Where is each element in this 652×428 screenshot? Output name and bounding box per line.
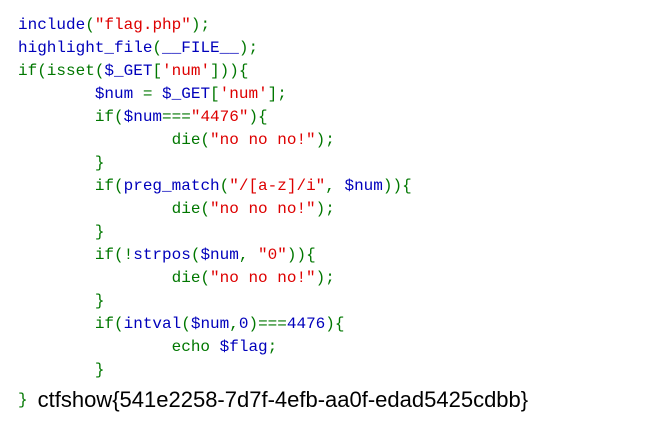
code-token-default: intval [123,315,182,333]
code-token-keyword: )){ [382,177,412,195]
code-token-default: __FILE__ [162,39,239,57]
output-line: } ctfshow{541e2258-7d7f-4efb-aa0f-edad54… [18,385,528,415]
code-line: $num = $_GET['num']; [18,83,412,106]
code-token-string: "0" [258,246,287,264]
code-token-default: $flag [219,338,268,356]
code-token-keyword: ; [267,338,278,356]
code-line: die("no no no!"); [18,129,412,152]
code-token-default: include [18,16,86,34]
code-token-keyword: } [18,292,105,310]
code-token-keyword [18,85,95,103]
php-source-code: include("flag.php"); highlight_file(__FIL… [18,14,412,382]
code-line: highlight_file(__FILE__); [18,37,412,60]
code-token-keyword: ( [152,39,163,57]
code-token-keyword: } [18,154,105,172]
code-token-default: $num [123,108,163,126]
code-token-string: "/[a-z]/i" [229,177,326,195]
code-line: if($num==="4476"){ [18,106,412,129]
code-token-keyword: ){ [248,108,268,126]
code-token-keyword: [ [210,85,220,103]
code-line: } [18,152,412,175]
code-token-string: "no no no!" [210,200,316,218]
code-token-keyword: , [229,315,239,333]
code-line: if(isset($_GET['num'])){ [18,60,412,83]
code-token-keyword: ])){ [210,62,249,80]
flag-output: ctfshow{541e2258-7d7f-4efb-aa0f-edad5425… [37,387,529,412]
code-token-default: strpos [133,246,191,264]
code-token-keyword: ( [190,246,201,264]
code-token-keyword: if(isset( [18,62,105,80]
code-token-keyword: ]; [267,85,287,103]
code-token-default: $num [344,177,383,195]
code-line: die("no no no!"); [18,267,412,290]
code-token-string: 'num' [162,62,211,80]
code-token-default: preg_match [123,177,220,195]
code-token-keyword: , [238,246,259,264]
code-token-keyword: [ [152,62,163,80]
code-token-string: "no no no!" [210,269,316,287]
code-token-string: 'num' [219,85,268,103]
code-token-string: "no no no!" [210,131,316,149]
code-token-keyword: ); [190,16,211,34]
code-token-keyword: ); [238,39,259,57]
code-token-keyword: )){ [286,246,316,264]
code-token-keyword: , [325,177,345,195]
code-token-keyword: ){ [325,315,345,333]
code-line: } [18,221,412,244]
code-line: if(!strpos($num, "0")){ [18,244,412,267]
code-token-default: $num [190,315,230,333]
code-token-keyword: === [162,108,191,126]
code-line: echo $flag; [18,336,412,359]
code-token-default: $_GET [162,85,211,103]
code-token-default: $num [200,246,239,264]
code-token-keyword: die( [18,269,211,287]
code-token-keyword: if( [18,108,124,126]
code-token-keyword: die( [18,200,211,218]
code-line: die("no no no!"); [18,198,412,221]
code-token-keyword: } [18,361,105,379]
code-token-default: 4476 [286,315,326,333]
code-line: include("flag.php"); [18,14,412,37]
code-token-keyword: ); [315,131,335,149]
code-token-keyword: die( [18,131,211,149]
code-token-keyword: ); [315,200,335,218]
code-token-keyword: )=== [248,315,287,333]
code-token-default: $num [94,85,143,103]
code-line: if(intval($num,0)===4476){ [18,313,412,336]
code-token-keyword: if( [18,177,124,195]
code-token-keyword: ); [315,269,335,287]
closing-brace: } [18,391,28,409]
code-token-keyword: ( [85,16,95,34]
code-line: if(preg_match("/[a-z]/i", $num)){ [18,175,412,198]
code-token-default: $_GET [104,62,153,80]
code-line: } [18,290,412,313]
code-line: } [18,359,412,382]
code-token-keyword: if( [18,315,124,333]
code-token-keyword: echo [18,338,220,356]
code-token-keyword: } [18,223,105,241]
code-token-default: highlight_file [18,39,153,57]
code-token-keyword: ( [181,315,191,333]
code-token-keyword: if(! [18,246,134,264]
code-token-keyword: ( [219,177,230,195]
code-token-string: "4476" [190,108,249,126]
code-token-string: "flag.php" [94,16,191,34]
code-token-keyword: = [142,85,163,103]
